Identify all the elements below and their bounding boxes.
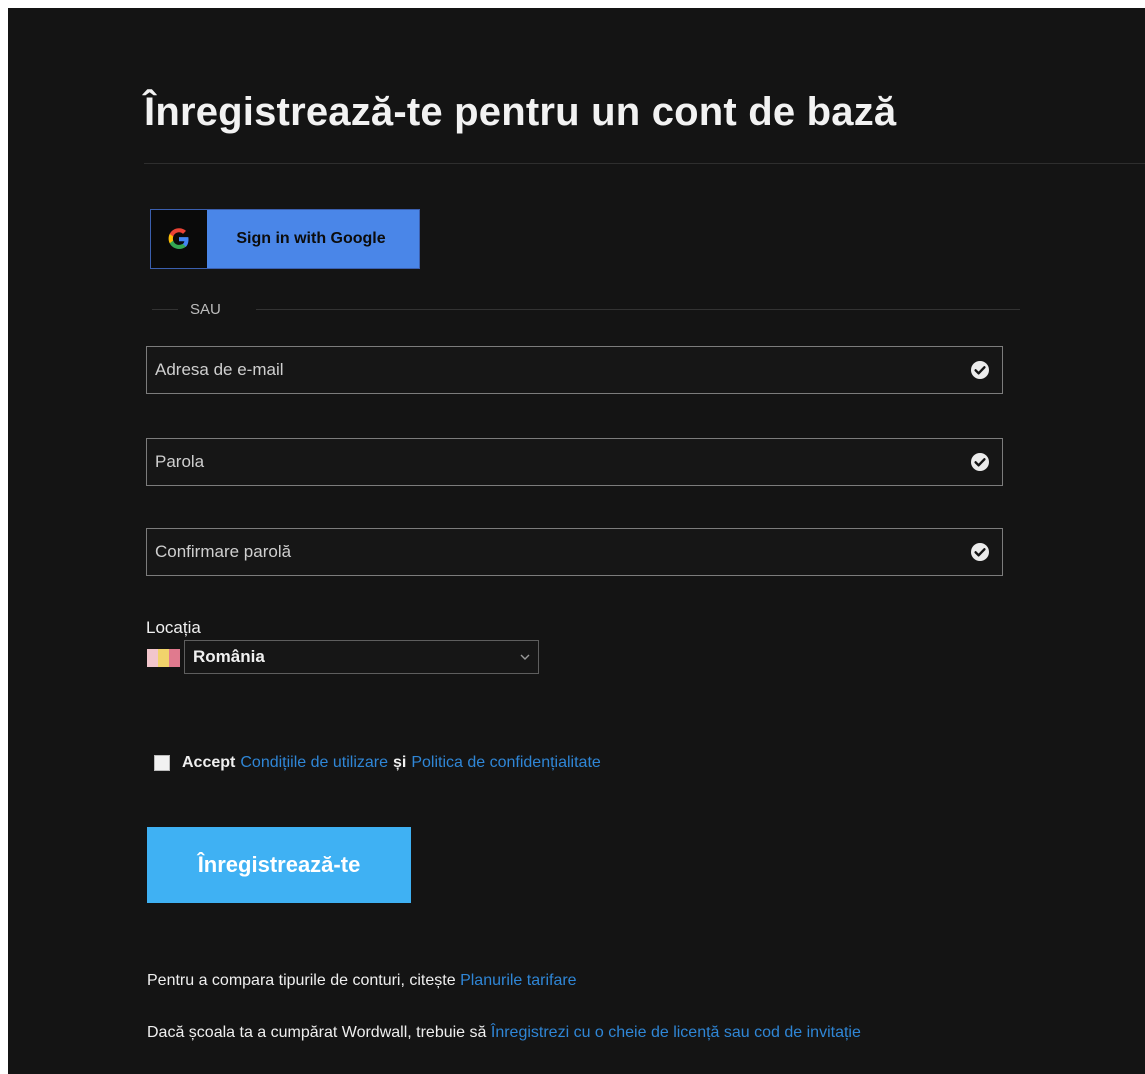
email-field[interactable] [146,346,1003,394]
compare-plans-line: Pentru a compara tipurile de conturi, ci… [147,972,577,990]
title-divider [144,163,1145,164]
check-circle-icon [971,543,989,561]
terms-conjunction: și [393,754,407,771]
page-title: Înregistrează-te pentru un cont de bază [144,90,897,134]
or-divider-line-left [152,309,178,310]
google-g-icon [168,228,189,249]
flag-stripe-left [147,649,158,667]
compare-plans-text: Pentru a compara tipurile de conturi, ci… [147,972,456,989]
email-input[interactable] [147,347,970,393]
or-divider-label: SAU [190,301,221,318]
romania-flag-icon [147,649,180,667]
school-license-text: Dacă școala ta a cumpărat Wordwall, treb… [147,1024,487,1041]
google-signin-label: Sign in with Google [236,230,386,247]
flag-stripe-right [169,649,180,667]
or-divider: SAU [152,298,1020,322]
or-divider-line-right [256,309,1020,310]
terms-prefix: Accept [182,754,236,771]
confirm-password-field[interactable] [146,528,1003,576]
terms-of-use-link[interactable]: Condițiile de utilizare [240,754,388,772]
school-license-line: Dacă școala ta a cumpărat Wordwall, treb… [147,1024,861,1042]
country-select[interactable]: România [184,640,539,674]
country-selected-value: România [193,647,265,666]
google-logo-container [151,210,207,268]
license-key-link[interactable]: Înregistrezi cu o cheie de licență sau c… [491,1024,861,1041]
chevron-down-icon [520,654,530,660]
password-field[interactable] [146,438,1003,486]
check-circle-icon [971,453,989,471]
location-label: Locația [146,618,201,637]
flag-stripe-middle [158,649,169,667]
check-circle-icon [971,361,989,379]
terms-row: Accept Condițiile de utilizare și Politi… [154,752,601,774]
password-input[interactable] [147,439,970,485]
pricing-plans-link[interactable]: Planurile tarifare [460,972,577,989]
google-signin-button[interactable]: Sign in with Google [150,209,420,269]
signup-panel: Înregistrează-te pentru un cont de bază … [8,8,1145,1074]
register-button[interactable]: Înregistrează-te [147,827,411,903]
terms-checkbox[interactable] [154,755,170,771]
confirm-password-input[interactable] [147,529,970,575]
privacy-policy-link[interactable]: Politica de confidențialitate [411,754,600,772]
